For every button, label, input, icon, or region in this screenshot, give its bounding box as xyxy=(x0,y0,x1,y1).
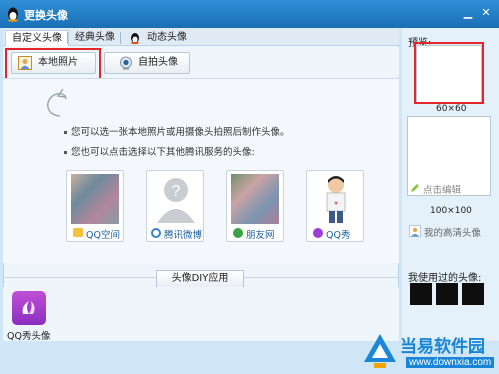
hd-avatar-link[interactable]: 我的高清头像 xyxy=(424,225,481,239)
preview-highlight xyxy=(414,42,484,104)
blurred-avatar-image xyxy=(231,174,279,224)
minimize-button[interactable]: ▁ xyxy=(460,6,476,20)
selfie-button[interactable]: 自拍头像 xyxy=(104,52,190,74)
weibo-icon xyxy=(151,228,161,238)
portrait-icon xyxy=(18,56,32,70)
service-qq-show[interactable]: ♥ QQ秀 xyxy=(306,170,364,242)
qq-penguin-small-icon xyxy=(131,33,139,44)
used-avatar-slot[interactable] xyxy=(436,283,458,305)
svg-text:?: ? xyxy=(172,183,181,200)
star-icon xyxy=(73,228,83,237)
used-avatar-slot[interactable] xyxy=(462,283,484,305)
qq-show-figure-image: ♥ xyxy=(326,176,346,223)
watermark-title: 当易软件园 xyxy=(400,337,485,357)
unknown-user-icon: ? xyxy=(157,178,195,223)
webcam-icon xyxy=(120,56,132,70)
site-watermark: 当易软件园 www.downxia.com xyxy=(350,328,499,374)
service-label: QQ秀 xyxy=(326,230,351,241)
hint-line-2: 您也可以点击选择以下其他腾讯服务的头像: xyxy=(64,144,255,158)
service-label: 腾讯微博 xyxy=(164,230,203,241)
watermark-url: www.downxia.com xyxy=(406,357,495,368)
size-100-label: 100×100 xyxy=(430,206,472,216)
window-title: 更换头像 xyxy=(24,9,68,22)
tab-custom-avatar[interactable]: 自定义头像 xyxy=(5,30,69,46)
qq-show-avatar-label: QQ秀头像 xyxy=(7,331,51,342)
size-60-label: 60×60 xyxy=(436,104,467,114)
watermark-logo-icon xyxy=(364,334,396,368)
qq-penguin-icon xyxy=(8,7,18,22)
curved-arrow-icon xyxy=(47,88,67,117)
avatar-diy-button[interactable]: 头像DIY应用 xyxy=(156,270,244,288)
used-avatar-slot[interactable] xyxy=(410,283,432,305)
pengyou-icon xyxy=(233,228,243,238)
edit-link[interactable]: 点击编辑 xyxy=(423,182,461,196)
blurred-avatar-image xyxy=(71,174,119,224)
title-bar xyxy=(0,0,499,28)
used-avatars-label: 我使用过的头像: xyxy=(408,273,482,284)
pencil-icon xyxy=(411,184,419,192)
selfie-label: 自拍头像 xyxy=(138,57,178,68)
close-button[interactable]: ✕ xyxy=(478,6,494,20)
service-qzone[interactable]: QQ空间 xyxy=(66,170,124,242)
hd-avatar-icon xyxy=(409,225,421,237)
service-pengyou[interactable]: 朋友网 xyxy=(226,170,284,242)
qq-show-icon xyxy=(313,228,323,238)
local-photo-button[interactable]: 本地照片 xyxy=(11,52,96,74)
svg-text:♥: ♥ xyxy=(334,201,338,207)
qq-show-logo-icon xyxy=(22,301,35,314)
bottom-area xyxy=(3,287,399,341)
local-photo-label: 本地照片 xyxy=(38,57,78,68)
service-label: QQ空间 xyxy=(86,230,120,241)
tab-separator xyxy=(120,32,121,44)
hint-line-1: 您可以选一张本地照片或用摄像头拍照后制作头像。 xyxy=(64,124,290,138)
qq-show-avatar-app[interactable] xyxy=(12,291,46,325)
service-tencent-weibo[interactable]: ? 腾讯微博 xyxy=(146,170,204,242)
tab-separator xyxy=(67,32,68,44)
service-label: 朋友网 xyxy=(246,230,275,241)
tab-classic-avatar[interactable]: 经典头像 xyxy=(69,30,121,46)
tab-dynamic-avatar[interactable]: 动态头像 xyxy=(141,30,193,46)
